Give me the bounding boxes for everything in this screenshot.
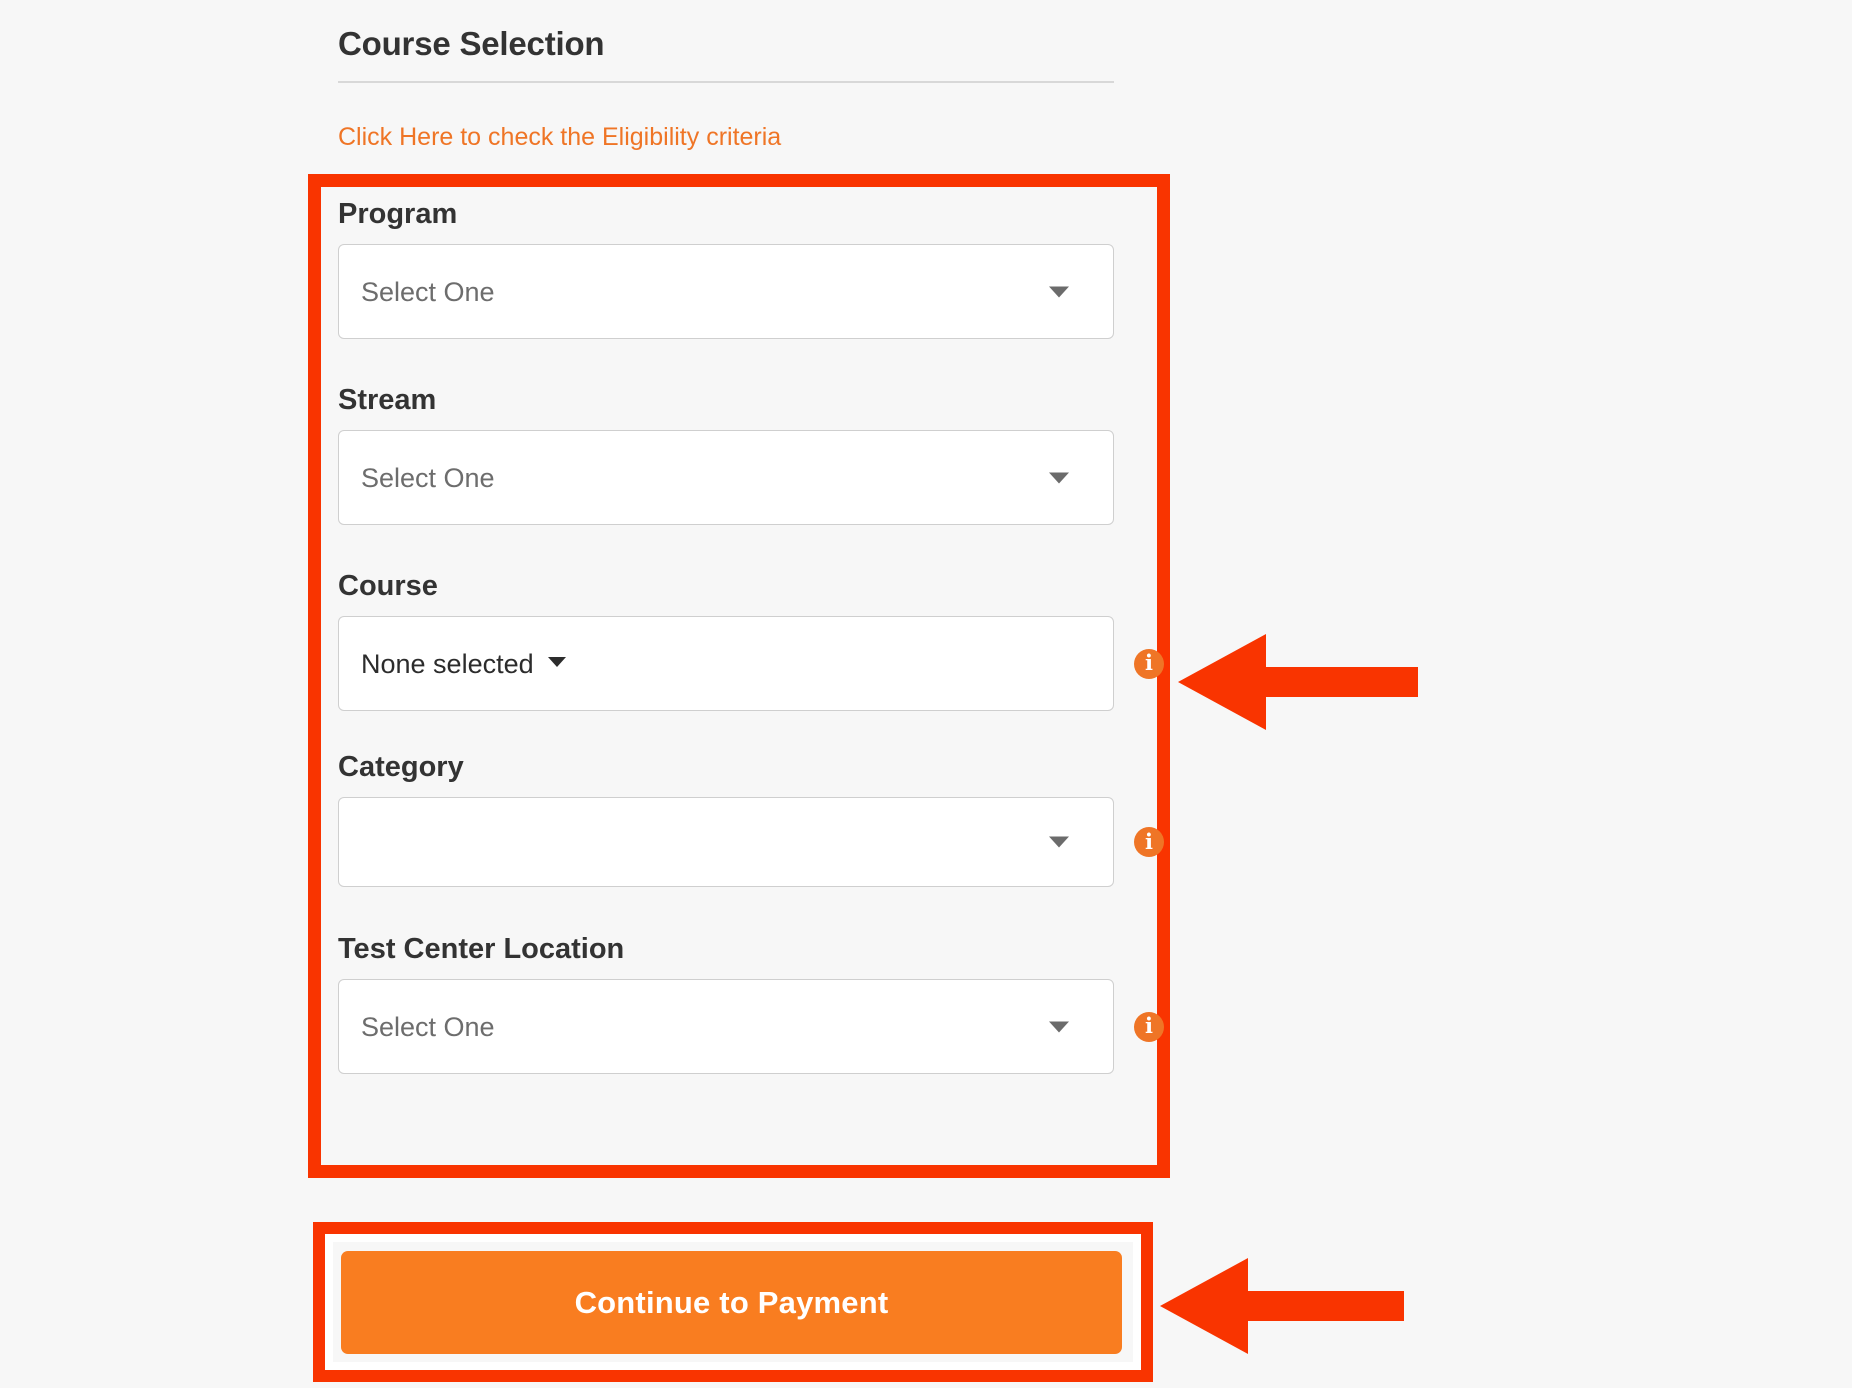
- annotation-arrow-course: [1178, 634, 1418, 730]
- control-row-category: i: [338, 797, 1164, 887]
- section-header: Course Selection: [338, 24, 1114, 83]
- field-course: Course None selected i: [338, 568, 1164, 711]
- chevron-down-icon: [1049, 1021, 1069, 1032]
- info-icon-category[interactable]: i: [1134, 827, 1164, 857]
- field-category: Category i: [338, 749, 1164, 887]
- program-select-value: Select One: [361, 276, 495, 307]
- field-label-test-center-location: Test Center Location: [338, 933, 625, 965]
- field-program: Program Select One: [338, 196, 1114, 339]
- field-label-category: Category: [338, 751, 464, 783]
- arrow-left-icon: [1178, 634, 1266, 730]
- chevron-down-icon: [1049, 472, 1069, 483]
- field-label-program: Program: [338, 198, 458, 230]
- info-icon-course[interactable]: i: [1134, 648, 1164, 679]
- page-title: Course Selection: [338, 25, 605, 62]
- stream-select-value: Select One: [361, 462, 495, 493]
- control-row-stream: Select One: [338, 430, 1114, 525]
- control-row-course: None selected i: [338, 616, 1164, 711]
- arrow-shaft: [1246, 1291, 1404, 1321]
- continue-to-payment-button[interactable]: Continue to Payment: [341, 1251, 1122, 1354]
- control-row-program: Select One: [338, 244, 1114, 339]
- category-select[interactable]: [338, 797, 1114, 887]
- info-icon-test-center-location[interactable]: i: [1134, 1011, 1164, 1042]
- stream-select[interactable]: Select One: [338, 430, 1114, 525]
- eligibility-criteria-link[interactable]: Click Here to check the Eligibility crit…: [338, 122, 781, 152]
- chevron-down-icon: [1049, 836, 1069, 848]
- info-icon-glyph: i: [1145, 828, 1153, 854]
- test-center-location-select[interactable]: Select One: [338, 979, 1114, 1074]
- field-label-course: Course: [338, 570, 438, 602]
- test-center-location-select-value: Select One: [361, 1011, 495, 1042]
- title-divider: [338, 81, 1114, 83]
- annotation-arrow-button: [1160, 1258, 1404, 1354]
- chevron-down-icon: [547, 656, 566, 667]
- info-icon-glyph: i: [1145, 650, 1153, 675]
- info-icon-glyph: i: [1145, 1013, 1153, 1038]
- arrow-left-icon: [1160, 1258, 1248, 1354]
- field-label-stream: Stream: [338, 384, 437, 416]
- course-multiselect-value: None selected: [361, 648, 534, 679]
- course-multiselect[interactable]: None selected: [338, 616, 1114, 711]
- chevron-down-icon: [1049, 286, 1069, 297]
- program-select[interactable]: Select One: [338, 244, 1114, 339]
- field-test-center-location: Test Center Location Select One i: [338, 931, 1164, 1074]
- arrow-shaft: [1264, 667, 1418, 697]
- field-stream: Stream Select One: [338, 382, 1114, 525]
- control-row-test-center-location: Select One i: [338, 979, 1164, 1074]
- course-selection-page: Course Selection Click Here to check the…: [0, 0, 1852, 1388]
